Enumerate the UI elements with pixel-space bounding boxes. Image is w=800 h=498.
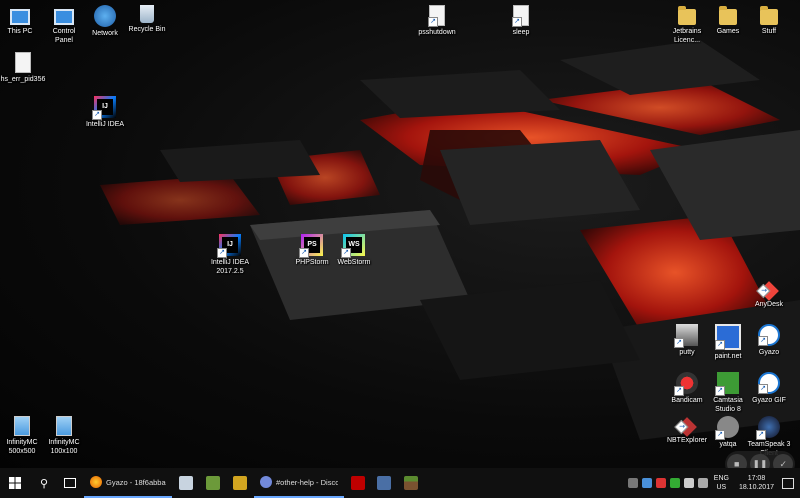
action-center-icon[interactable]: [782, 477, 794, 489]
filezilla-icon: [351, 476, 365, 490]
folder-icon: [760, 6, 778, 25]
webstorm-logo-icon: WS: [341, 234, 365, 258]
intellij-2017-icon[interactable]: IJ IntelliJ IDEA 2017.2.5: [200, 234, 260, 276]
taskbar-app-2[interactable]: [199, 468, 227, 498]
monitor-icon: [10, 9, 30, 25]
nbtexplorer-logo-icon: [677, 417, 697, 437]
taskbar-item-discord[interactable]: #other-help - Disco...: [254, 468, 344, 498]
phpstorm-logo-icon: PS: [299, 234, 323, 258]
icon-label: sleep: [512, 29, 530, 36]
taskbar-app-5[interactable]: [370, 468, 398, 498]
task-label: Gyazo - 18f6abba05...: [106, 477, 166, 487]
icon-label: Gyazo: [758, 349, 780, 356]
icon-label: Gyazo GIF: [752, 397, 786, 404]
taskbar: ⚲ Gyazo - 18f6abba05... #other-help - Di…: [0, 468, 800, 498]
gyazo-icon[interactable]: Gyazo: [739, 324, 799, 357]
psshutdown-icon[interactable]: psshutdown: [407, 5, 467, 37]
image-file-icon: [14, 416, 30, 436]
tray-app-icon[interactable]: [669, 478, 680, 488]
taskbar-item-gyazo[interactable]: Gyazo - 18f6abba05...: [84, 468, 172, 498]
icon-label: Recycle Bin: [128, 26, 166, 33]
bandicam-logo-icon: [674, 372, 698, 396]
tray-app-icon[interactable]: [655, 478, 666, 488]
folder-icon: [678, 6, 696, 25]
putty-logo-icon: [674, 324, 698, 348]
trash-icon: [140, 5, 154, 23]
yatqa-logo-icon: [715, 416, 739, 440]
icon-label: IntelliJ IDEA: [85, 121, 125, 128]
discord-icon: [260, 476, 272, 488]
icon-label: psshutdown: [418, 29, 456, 36]
gyazo-gif-icon[interactable]: Gyazo GIF: [739, 372, 799, 405]
app-icon: [377, 476, 391, 490]
hs-err-file-icon[interactable]: hs_err_pid356: [0, 52, 53, 84]
taskbar-app-1[interactable]: [172, 468, 200, 498]
recycle-bin-icon[interactable]: Recycle Bin: [117, 5, 177, 34]
speaker-icon[interactable]: [697, 478, 708, 488]
app-icon: [179, 476, 193, 490]
windows-logo-icon: [9, 477, 21, 489]
image-file-icon: [56, 416, 72, 436]
text-file-icon: [15, 52, 31, 73]
taskbar-app-minecraft[interactable]: [397, 468, 425, 498]
gyazo-gif-logo-icon: [758, 372, 780, 394]
minecraft-icon: [404, 476, 418, 490]
desktop: This PC Control Panel Network Recycle Bi…: [0, 0, 800, 468]
taskbar-app-3[interactable]: [226, 468, 254, 498]
shortcut-file-icon: [512, 5, 529, 27]
clock[interactable]: 17:08 18.10.2017: [739, 474, 774, 492]
control-panel-glyph-icon: [54, 9, 74, 25]
taskbar-app-filezilla[interactable]: [344, 468, 372, 498]
webstorm-icon[interactable]: WS WebStorm: [324, 234, 384, 267]
icon-label: WebStorm: [337, 259, 371, 266]
app-icon: [233, 476, 247, 490]
firefox-icon: [90, 476, 102, 488]
lang-region: US: [716, 484, 727, 491]
icon-label: Stuff: [761, 28, 777, 35]
globe-icon: [94, 5, 116, 27]
task-view-button[interactable]: [56, 468, 84, 498]
app-icon: [206, 476, 220, 490]
tray-app-icon[interactable]: [641, 478, 652, 488]
intellij-idea-icon: IJ: [217, 234, 241, 258]
clock-time: 17:08: [747, 475, 766, 482]
start-button[interactable]: [0, 468, 30, 498]
camtasia-logo-icon: [715, 372, 739, 396]
intellij-icon[interactable]: IJ IntelliJ IDEA: [75, 96, 135, 129]
paintnet-logo-icon: [715, 324, 741, 350]
anydesk-logo-icon: [759, 281, 779, 301]
clock-date: 18.10.2017: [738, 484, 774, 491]
anydesk-icon[interactable]: AnyDesk: [739, 280, 799, 309]
search-icon: ⚲: [39, 477, 49, 490]
infinitymc-100-icon[interactable]: InfinityMC 100x100: [34, 416, 94, 456]
stuff-folder-icon[interactable]: Stuff: [739, 5, 799, 36]
icon-label: IntelliJ IDEA 2017.2.5: [210, 259, 250, 275]
icon-label: hs_err_pid356: [0, 76, 46, 83]
icon-label: AnyDesk: [754, 301, 783, 308]
language-indicator[interactable]: ENG US: [714, 474, 729, 492]
tray-app-icon[interactable]: [627, 478, 638, 488]
gyazo-logo-icon: [758, 324, 780, 346]
tray-app-icon[interactable]: [683, 478, 694, 488]
search-button[interactable]: ⚲: [30, 468, 58, 498]
icon-label: InfinityMC 100x100: [48, 439, 80, 455]
shortcut-file-icon: [428, 5, 445, 27]
intellij-idea-icon: IJ: [92, 96, 116, 120]
folder-icon: [719, 6, 737, 25]
system-tray: ENG US 17:08 18.10.2017: [626, 468, 800, 498]
lang-code: ENG: [713, 475, 729, 482]
task-view-icon: [64, 478, 76, 488]
teamspeak-logo-icon: [756, 416, 780, 440]
task-label: #other-help - Disco...: [276, 477, 338, 487]
sleep-icon[interactable]: sleep: [491, 5, 551, 37]
